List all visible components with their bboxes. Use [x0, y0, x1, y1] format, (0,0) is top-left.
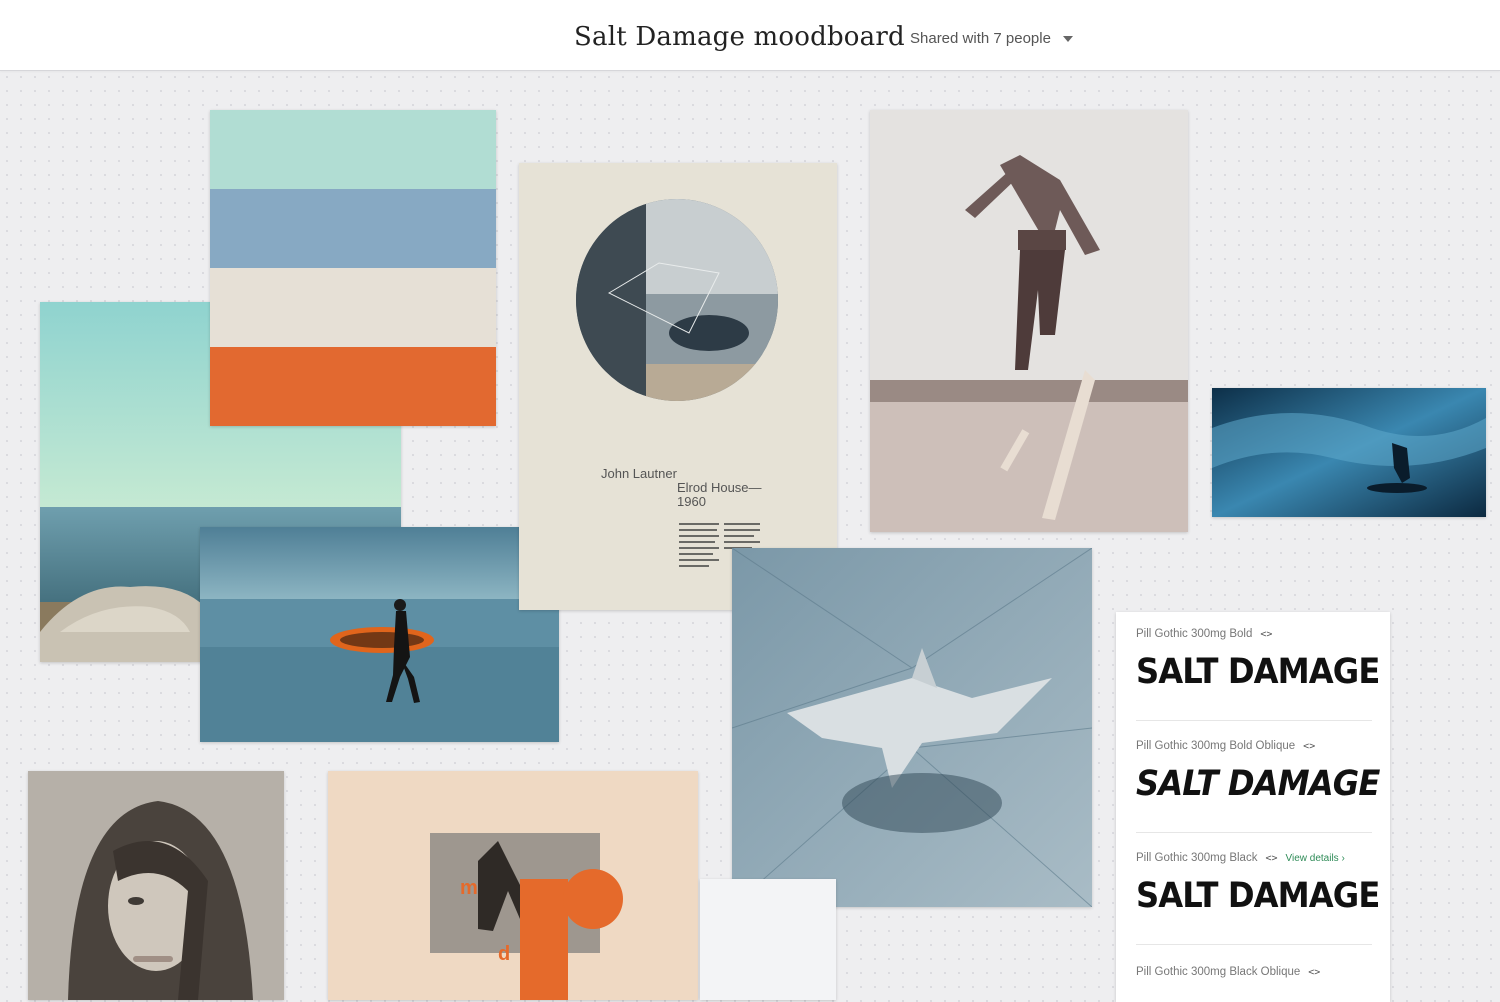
code-icon[interactable]: <>: [1260, 629, 1272, 640]
font-item[interactable]: Pill Gothic 300mg Bold Oblique <> SALT D…: [1136, 740, 1380, 833]
font-sample: SALT DAMAGE: [1136, 876, 1380, 916]
font-item[interactable]: Pill Gothic 300mg Black Oblique <>: [1136, 966, 1372, 996]
font-item[interactable]: Pill Gothic 300mg Black <> View details …: [1136, 852, 1380, 945]
font-sample: SALT DAMAGE: [1136, 764, 1380, 804]
collage-letter-d: d: [498, 943, 511, 965]
swatch-blue: [210, 189, 496, 268]
font-sample: SALT DAMAGE: [1136, 652, 1380, 692]
swatch-mint: [210, 110, 496, 189]
skateboarder-photo[interactable]: [870, 110, 1188, 532]
share-label: Shared with 7 people: [910, 30, 1051, 47]
collage-artwork[interactable]: m d: [328, 771, 698, 1000]
share-dropdown[interactable]: Shared with 7 people: [910, 30, 1073, 47]
header-bar: Salt Damage moodboard Shared with 7 peop…: [0, 0, 1500, 71]
poster-architect: John Lautner: [601, 466, 677, 481]
elrod-house-poster[interactable]: John Lautner Elrod House— 1960: [519, 163, 837, 610]
origami-shark-photo[interactable]: [732, 548, 1092, 907]
chevron-down-icon: [1062, 35, 1073, 42]
code-icon[interactable]: <>: [1308, 967, 1320, 978]
wave-surfer-photo[interactable]: [1212, 388, 1486, 517]
collage-letter-m: m: [460, 877, 478, 899]
font-name: Pill Gothic 300mg Bold: [1136, 628, 1253, 640]
color-palette[interactable]: [210, 110, 496, 426]
font-name: Pill Gothic 300mg Bold Oblique: [1136, 740, 1296, 752]
code-icon[interactable]: <>: [1303, 741, 1315, 752]
board-title: Salt Damage moodboard: [574, 22, 905, 52]
poster-project: Elrod House—: [677, 480, 762, 495]
swatch-sand: [210, 268, 496, 347]
portrait-photo[interactable]: [28, 771, 284, 1000]
code-icon[interactable]: <>: [1265, 853, 1277, 864]
font-name: Pill Gothic 300mg Black: [1136, 852, 1258, 864]
poster-year: 1960: [677, 494, 706, 509]
font-specimen-card[interactable]: Pill Gothic 300mg Bold <> SALT DAMAGE Pi…: [1116, 612, 1390, 1002]
font-item[interactable]: Pill Gothic 300mg Bold <> SALT DAMAGE: [1136, 628, 1380, 721]
swatch-orange: [210, 347, 496, 426]
font-name: Pill Gothic 300mg Black Oblique: [1136, 966, 1301, 978]
view-details-link[interactable]: View details ›: [1286, 853, 1345, 864]
surfer-photo[interactable]: [200, 527, 559, 742]
blank-card[interactable]: [700, 879, 836, 1000]
